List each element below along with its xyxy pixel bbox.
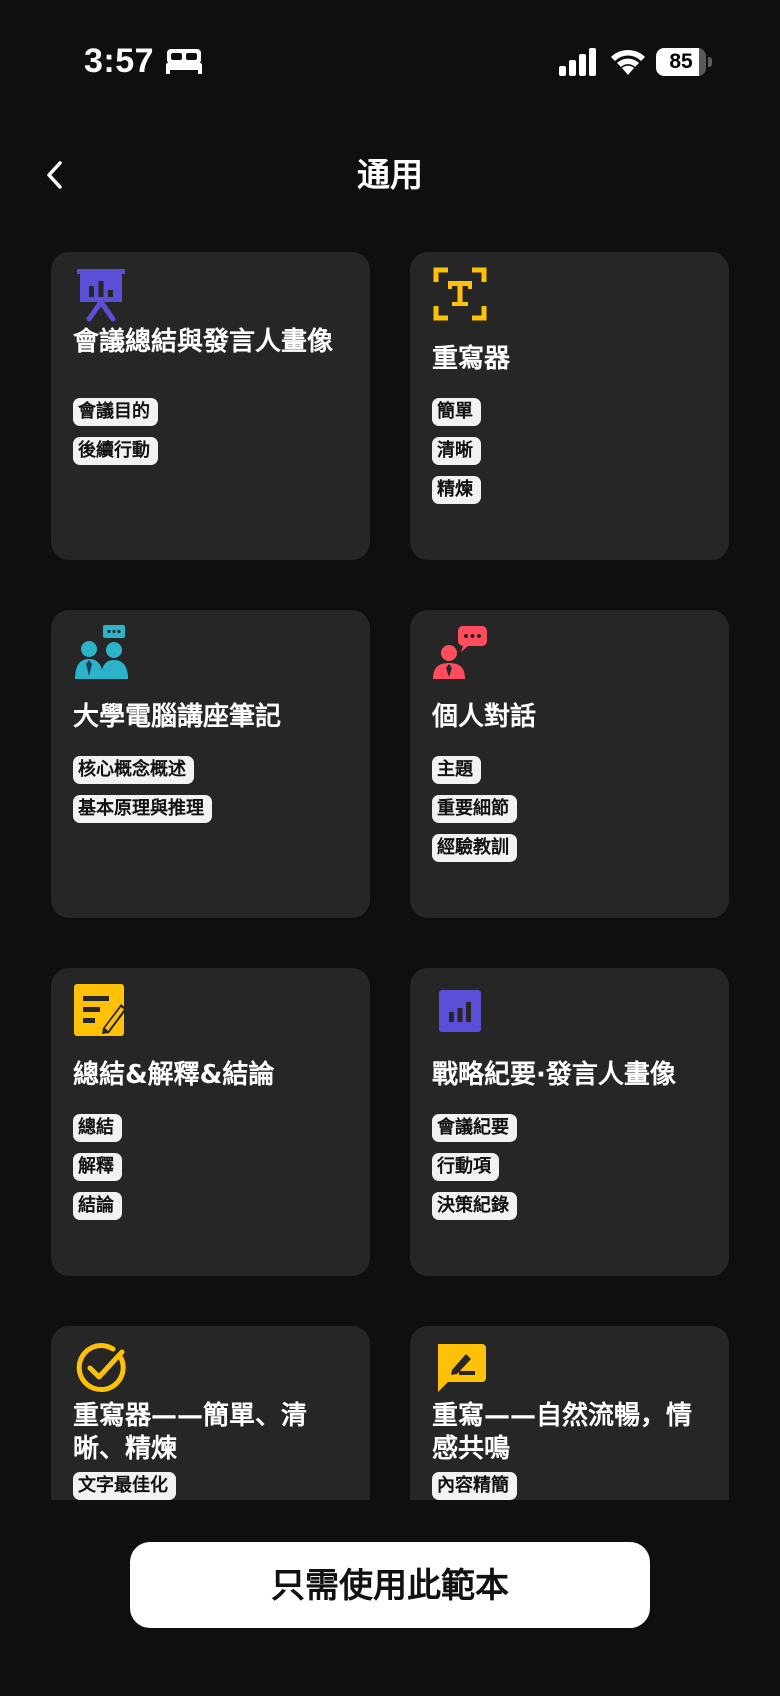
template-card-rewriter-simple[interactable]: 重寫器——簡單、清晰、精煉 文字最佳化	[51, 1326, 370, 1500]
battery-icon: 85	[656, 48, 712, 76]
template-title: 戰略紀要·發言人畫像	[432, 1059, 676, 1090]
page-title: 通用	[357, 155, 423, 194]
tag-list: 總結 解釋 結論	[73, 1114, 348, 1220]
tag-list: 主題 重要細節 經驗教訓	[432, 756, 707, 862]
template-card-meeting-summary[interactable]: 會議總結與發言人畫像 會議目的 後續行動	[51, 252, 370, 560]
template-title: 會議總結與發言人畫像	[73, 327, 334, 357]
template-title: 總結&解釋&結論	[73, 1059, 275, 1090]
tag-list: 文字最佳化	[73, 1472, 348, 1500]
tag: 內容精簡	[432, 1472, 517, 1500]
status-time: 3:57	[84, 42, 155, 80]
template-card-summary-explanation[interactable]: 總結&解釋&結論 總結 解釋 結論	[51, 968, 370, 1276]
tag-list: 會議紀要 行動項 決策紀錄	[432, 1114, 707, 1220]
tag-list: 簡單 清晰 精煉	[432, 398, 707, 504]
tag: 核心概念概述	[73, 756, 194, 784]
tag: 重要細節	[432, 795, 517, 823]
tag-list: 會議目的 後續行動	[73, 398, 348, 465]
template-title: 個人對話	[432, 701, 537, 732]
check-circle-icon	[76, 1343, 126, 1393]
battery-level: 85	[669, 50, 693, 73]
template-card-personal-conversation[interactable]: 個人對話 主題 重要細節 經驗教訓	[410, 610, 729, 918]
template-title: 重寫——自然流暢，情感共鳴	[432, 1401, 693, 1464]
template-list[interactable]: 會議總結與發言人畫像 會議目的 後續行動 重寫器 簡單 清晰 精煉 大學電腦講座…	[0, 252, 780, 1500]
tag-list: 內容精簡	[432, 1472, 707, 1500]
tag: 行動項	[432, 1153, 499, 1181]
tag: 精煉	[432, 476, 481, 504]
note-edit-icon	[74, 984, 127, 1036]
tag: 經驗教訓	[432, 834, 517, 862]
nav-bar: 通用	[0, 140, 780, 210]
tag: 基本原理與推理	[73, 795, 212, 823]
template-title: 重寫器	[432, 343, 511, 374]
template-card-strategy-minutes[interactable]: 戰略紀要·發言人畫像 會議紀要 行動項 決策紀錄	[410, 968, 729, 1276]
tag: 會議紀要	[432, 1114, 517, 1142]
template-card-rewrite-natural[interactable]: 重寫——自然流暢，情感共鳴 內容精簡	[410, 1326, 729, 1500]
tag: 簡單	[432, 398, 481, 426]
template-card-lecture-notes[interactable]: 大學電腦講座筆記 核心概念概述 基本原理與推理	[51, 610, 370, 918]
lecture-people-icon	[75, 625, 128, 679]
tag: 後續行動	[73, 437, 158, 465]
template-title: 大學電腦講座筆記	[73, 701, 282, 732]
tag: 決策紀錄	[432, 1192, 517, 1220]
person-chat-icon	[433, 626, 487, 679]
tag: 總結	[73, 1114, 122, 1142]
tag: 會議目的	[73, 398, 158, 426]
text-scan-icon	[433, 267, 487, 321]
tag: 解釋	[73, 1153, 122, 1181]
cellular-signal-icon	[559, 48, 596, 76]
status-bar: 3:57 85	[0, 0, 780, 130]
tag: 文字最佳化	[73, 1472, 176, 1500]
tag: 主題	[432, 756, 481, 784]
template-title: 重寫器——簡單、清晰、精煉	[73, 1401, 308, 1464]
use-template-button[interactable]: 只需使用此範本	[130, 1542, 650, 1628]
presentation-board-icon	[77, 269, 125, 322]
tag: 清晰	[432, 437, 481, 465]
bed-icon	[166, 49, 202, 74]
tag-list: 核心概念概述 基本原理與推理	[73, 756, 348, 823]
pen-comment-icon	[438, 1344, 486, 1392]
tag: 結論	[73, 1192, 122, 1220]
wifi-icon	[611, 49, 645, 75]
template-card-rewriter[interactable]: 重寫器 簡單 清晰 精煉	[410, 252, 729, 560]
bar-chart-icon	[439, 990, 481, 1032]
